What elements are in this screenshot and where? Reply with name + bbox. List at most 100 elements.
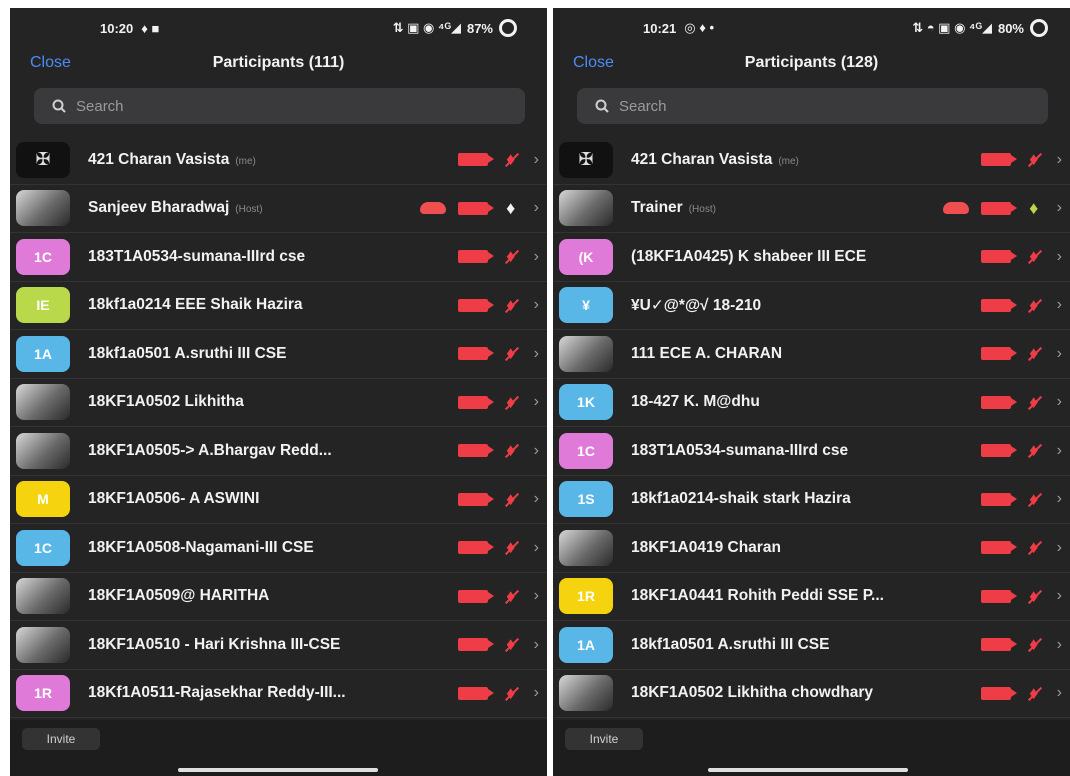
chevron-right-icon[interactable]: › xyxy=(1057,248,1062,266)
mic-muted-icon[interactable]: ♦ xyxy=(1023,586,1045,607)
participant-row[interactable]: 1C 18KF1A0508-Nagamani-III CSE ♦ › xyxy=(10,524,547,573)
chevron-right-icon[interactable]: › xyxy=(534,393,539,411)
search-bar[interactable] xyxy=(34,88,525,124)
video-off-icon[interactable] xyxy=(980,589,1017,603)
chevron-right-icon[interactable]: › xyxy=(534,490,539,508)
chevron-right-icon[interactable]: › xyxy=(1057,393,1062,411)
chevron-right-icon[interactable]: › xyxy=(534,442,539,460)
mic-muted-icon[interactable]: ♦ xyxy=(500,586,522,607)
mic-muted-icon[interactable]: ♦ xyxy=(1023,440,1045,461)
participant-row[interactable]: 1C 183T1A0534-sumana-IIIrd cse ♦ › xyxy=(553,427,1070,476)
video-off-icon[interactable] xyxy=(980,250,1017,264)
video-off-icon[interactable] xyxy=(980,541,1017,555)
mic-muted-icon[interactable]: ♦ xyxy=(1023,246,1045,267)
search-input[interactable] xyxy=(617,96,1029,116)
video-off-icon[interactable] xyxy=(457,201,494,215)
chevron-right-icon[interactable]: › xyxy=(534,296,539,314)
video-off-icon[interactable] xyxy=(980,638,1017,652)
mic-muted-icon[interactable]: ♦ xyxy=(1023,683,1045,704)
search-input[interactable] xyxy=(74,96,504,116)
invite-button[interactable]: Invite xyxy=(22,728,100,750)
search-bar[interactable] xyxy=(577,88,1048,124)
participant-row[interactable]: Trainer (Host) ♦ › xyxy=(553,185,1070,233)
chevron-right-icon[interactable]: › xyxy=(1057,490,1062,508)
participant-row[interactable]: Sanjeev Bharadwaj (Host) ♦ › xyxy=(10,185,547,233)
mic-muted-icon[interactable]: ♦ xyxy=(1023,634,1045,655)
video-off-icon[interactable] xyxy=(457,298,494,312)
participant-row[interactable]: 18KF1A0502 Likhitha chowdhary ♦ › xyxy=(553,670,1070,718)
mic-muted-icon[interactable]: ♦ xyxy=(500,149,522,170)
mic-muted-icon[interactable]: ♦ xyxy=(500,683,522,704)
mic-muted-icon[interactable]: ♦ xyxy=(500,295,522,316)
chevron-right-icon[interactable]: › xyxy=(1057,345,1062,363)
mic-muted-icon[interactable]: ♦ xyxy=(1023,343,1045,364)
participant-row[interactable]: 1K 18-427 K. M@dhu ♦ › xyxy=(553,379,1070,427)
participant-row[interactable]: 1R 18KF1A0441 Rohith Peddi SSE P... ♦ › xyxy=(553,573,1070,621)
chevron-right-icon[interactable]: › xyxy=(534,345,539,363)
video-off-icon[interactable] xyxy=(980,153,1017,167)
chevron-right-icon[interactable]: › xyxy=(1057,151,1062,169)
home-indicator[interactable] xyxy=(178,768,378,772)
video-off-icon[interactable] xyxy=(457,395,494,409)
mic-muted-icon[interactable]: ♦ xyxy=(500,537,522,558)
video-off-icon[interactable] xyxy=(457,153,494,167)
mic-muted-icon[interactable]: ♦ xyxy=(1023,295,1045,316)
participant-row[interactable]: M 18KF1A0506- A ASWINI ♦ › xyxy=(10,476,547,524)
video-off-icon[interactable] xyxy=(457,492,494,506)
invite-button[interactable]: Invite xyxy=(565,728,643,750)
mic-muted-icon[interactable]: ♦ xyxy=(1023,392,1045,413)
chevron-right-icon[interactable]: › xyxy=(1057,587,1062,605)
participant-row[interactable]: IE 18kf1a0214 EEE Shaik Hazira ♦ › xyxy=(10,282,547,330)
home-indicator[interactable] xyxy=(708,768,908,772)
video-off-icon[interactable] xyxy=(457,250,494,264)
mic-muted-icon[interactable]: ♦ xyxy=(1023,489,1045,510)
mic-muted-icon[interactable]: ♦ xyxy=(1023,149,1045,170)
participant-row[interactable]: 18KF1A0509@ HARITHA ♦ › xyxy=(10,573,547,621)
participant-row[interactable]: ✠ 421 Charan Vasista (me) ♦ › xyxy=(10,136,547,185)
mic-muted-icon[interactable]: ♦ xyxy=(500,246,522,267)
participant-row[interactable]: ¥ ¥U✓@*@√ 18-210 ♦ › xyxy=(553,282,1070,330)
mic-active-icon[interactable]: ♦ xyxy=(1023,198,1045,219)
video-off-icon[interactable] xyxy=(980,395,1017,409)
participant-row[interactable]: 1A 18kf1a0501 A.sruthi III CSE ♦ › xyxy=(10,330,547,379)
mic-muted-icon[interactable]: ♦ xyxy=(500,634,522,655)
participant-row[interactable]: 1R 18Kf1A0511-Rajasekhar Reddy-III... ♦ › xyxy=(10,670,547,718)
participant-row[interactable]: (K (18KF1A0425) K shabeer III ECE ♦ › xyxy=(553,233,1070,282)
video-off-icon[interactable] xyxy=(980,492,1017,506)
mic-muted-icon[interactable]: ♦ xyxy=(1023,537,1045,558)
chevron-right-icon[interactable]: › xyxy=(534,587,539,605)
mic-muted-icon[interactable]: ♦ xyxy=(500,440,522,461)
participant-row[interactable]: 18KF1A0419 Charan ♦ › xyxy=(553,524,1070,573)
participant-row[interactable]: 18KF1A0505-> A.Bhargav Redd... ♦ › xyxy=(10,427,547,476)
participant-row[interactable]: ✠ 421 Charan Vasista (me) ♦ › xyxy=(553,136,1070,185)
participant-row[interactable]: 1C 183T1A0534-sumana-IIIrd cse ♦ › xyxy=(10,233,547,282)
mic-on-icon[interactable]: ♦ xyxy=(500,198,522,219)
chevron-right-icon[interactable]: › xyxy=(1057,684,1062,702)
video-off-icon[interactable] xyxy=(980,686,1017,700)
participant-row[interactable]: 18KF1A0510 - Hari Krishna III-CSE ♦ › xyxy=(10,621,547,670)
chevron-right-icon[interactable]: › xyxy=(534,539,539,557)
chevron-right-icon[interactable]: › xyxy=(534,636,539,654)
chevron-right-icon[interactable]: › xyxy=(1057,636,1062,654)
mic-muted-icon[interactable]: ♦ xyxy=(500,392,522,413)
video-off-icon[interactable] xyxy=(980,347,1017,361)
video-off-icon[interactable] xyxy=(457,589,494,603)
chevron-right-icon[interactable]: › xyxy=(534,151,539,169)
participant-row[interactable]: 1S 18kf1a0214-shaik stark Hazira ♦ › xyxy=(553,476,1070,524)
chevron-right-icon[interactable]: › xyxy=(534,199,539,217)
video-off-icon[interactable] xyxy=(457,444,494,458)
chevron-right-icon[interactable]: › xyxy=(1057,296,1062,314)
close-button[interactable]: Close xyxy=(573,54,614,72)
video-off-icon[interactable] xyxy=(457,638,494,652)
close-button[interactable]: Close xyxy=(30,54,71,72)
video-off-icon[interactable] xyxy=(980,298,1017,312)
video-off-icon[interactable] xyxy=(457,686,494,700)
chevron-right-icon[interactable]: › xyxy=(534,248,539,266)
chevron-right-icon[interactable]: › xyxy=(1057,539,1062,557)
mic-muted-icon[interactable]: ♦ xyxy=(500,343,522,364)
video-off-icon[interactable] xyxy=(980,201,1017,215)
chevron-right-icon[interactable]: › xyxy=(1057,442,1062,460)
chevron-right-icon[interactable]: › xyxy=(1057,199,1062,217)
participant-row[interactable]: 18KF1A0502 Likhitha ♦ › xyxy=(10,379,547,427)
video-off-icon[interactable] xyxy=(457,347,494,361)
